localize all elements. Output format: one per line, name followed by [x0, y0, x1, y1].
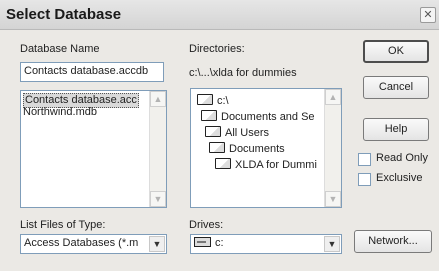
exclusive-checkbox[interactable]: [358, 173, 371, 186]
scroll-down-icon[interactable]: ▼: [325, 191, 341, 207]
ok-button[interactable]: OK: [363, 40, 429, 63]
scroll-up-icon[interactable]: ▲: [325, 89, 341, 105]
chevron-down-icon[interactable]: ▼: [324, 236, 340, 252]
directories-label: Directories:: [189, 43, 245, 55]
folder-icon: [205, 126, 221, 137]
file-list-scrollbar[interactable]: ▲ ▼: [149, 91, 166, 207]
database-name-input[interactable]: Contacts database.accdb: [20, 62, 164, 82]
file-type-label: List Files of Type:: [20, 219, 106, 231]
drives-select[interactable]: c: ▼: [190, 234, 342, 254]
chevron-down-icon[interactable]: ▼: [149, 236, 165, 252]
read-only-label: Read Only: [376, 152, 428, 164]
directory-tree-scrollbar[interactable]: ▲ ▼: [324, 89, 341, 207]
read-only-checkbox[interactable]: [358, 153, 371, 166]
dir-item-c[interactable]: c:\: [197, 94, 317, 107]
current-path: c:\...\xlda for dummies: [189, 67, 297, 79]
folder-icon: [201, 110, 217, 121]
directory-tree[interactable]: c:\ Documents and Se All Users Documents…: [190, 88, 342, 208]
dir-item-all-users[interactable]: All Users: [197, 126, 317, 139]
database-name-label: Database Name: [20, 43, 100, 55]
scroll-up-icon[interactable]: ▲: [150, 91, 166, 107]
cancel-button[interactable]: Cancel: [363, 76, 429, 99]
dir-item-documents[interactable]: Documents: [197, 142, 317, 155]
help-button[interactable]: Help: [363, 118, 429, 141]
drives-label: Drives:: [189, 219, 224, 231]
file-type-select[interactable]: Access Databases (*.m ▼: [20, 234, 167, 254]
dir-item-documents-and-settings[interactable]: Documents and Se: [197, 110, 317, 123]
folder-icon: [197, 94, 213, 105]
folder-icon: [215, 158, 231, 169]
folder-icon: [209, 142, 225, 153]
drive-icon: [194, 237, 211, 247]
file-list[interactable]: Contacts database.acc Northwind.mdb ▲ ▼: [20, 90, 167, 208]
exclusive-label: Exclusive: [376, 172, 423, 184]
dir-item-xlda[interactable]: XLDA for Dummi: [197, 158, 317, 171]
dialog-title: Select Database: [6, 6, 122, 23]
scroll-down-icon[interactable]: ▼: [150, 191, 166, 207]
close-icon[interactable]: ✕: [420, 7, 436, 23]
network-button[interactable]: Network...: [354, 230, 432, 253]
